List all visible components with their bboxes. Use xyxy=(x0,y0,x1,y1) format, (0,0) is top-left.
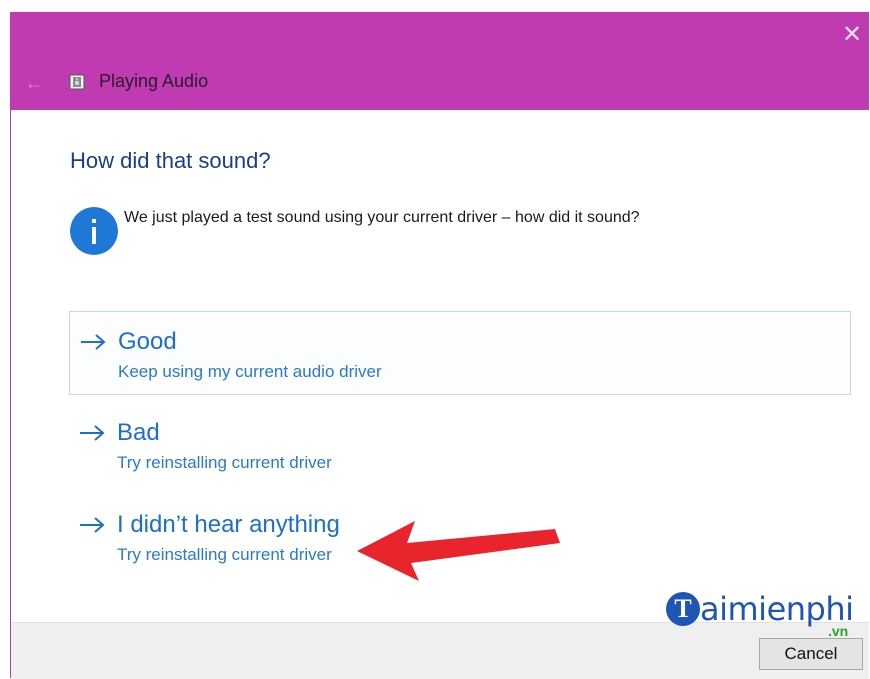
info-message: We just played a test sound using your c… xyxy=(124,209,640,226)
close-icon[interactable]: ✕ xyxy=(839,22,865,48)
watermark-logo: T aimienphi .vn xyxy=(666,588,870,640)
right-arrow-icon xyxy=(80,517,105,533)
option-bad[interactable]: Bad Try reinstalling current driver xyxy=(69,403,851,487)
red-annotation-arrow-icon xyxy=(357,521,560,581)
watermark-logo-icon: T xyxy=(666,592,700,626)
option-good[interactable]: Good Keep using my current audio driver xyxy=(69,311,851,395)
option-title: I didn’t hear anything xyxy=(117,511,340,538)
right-arrow-icon xyxy=(81,334,106,350)
title-bar: ← Playing Audio ✕ xyxy=(11,12,869,110)
speaker-app-icon xyxy=(69,74,85,90)
option-title: Bad xyxy=(117,419,160,446)
info-icon xyxy=(70,207,118,255)
watermark-suffix: .vn xyxy=(828,623,849,639)
option-description: Try reinstalling current driver xyxy=(117,453,332,472)
cancel-button[interactable]: Cancel xyxy=(759,638,863,670)
right-arrow-icon xyxy=(80,425,105,441)
back-arrow-icon[interactable]: ← xyxy=(21,70,47,96)
option-title: Good xyxy=(118,328,177,355)
window-title: Playing Audio xyxy=(99,71,209,91)
page-heading: How did that sound? xyxy=(70,148,271,173)
option-description: Try reinstalling current driver xyxy=(117,545,332,564)
option-description: Keep using my current audio driver xyxy=(118,362,382,381)
